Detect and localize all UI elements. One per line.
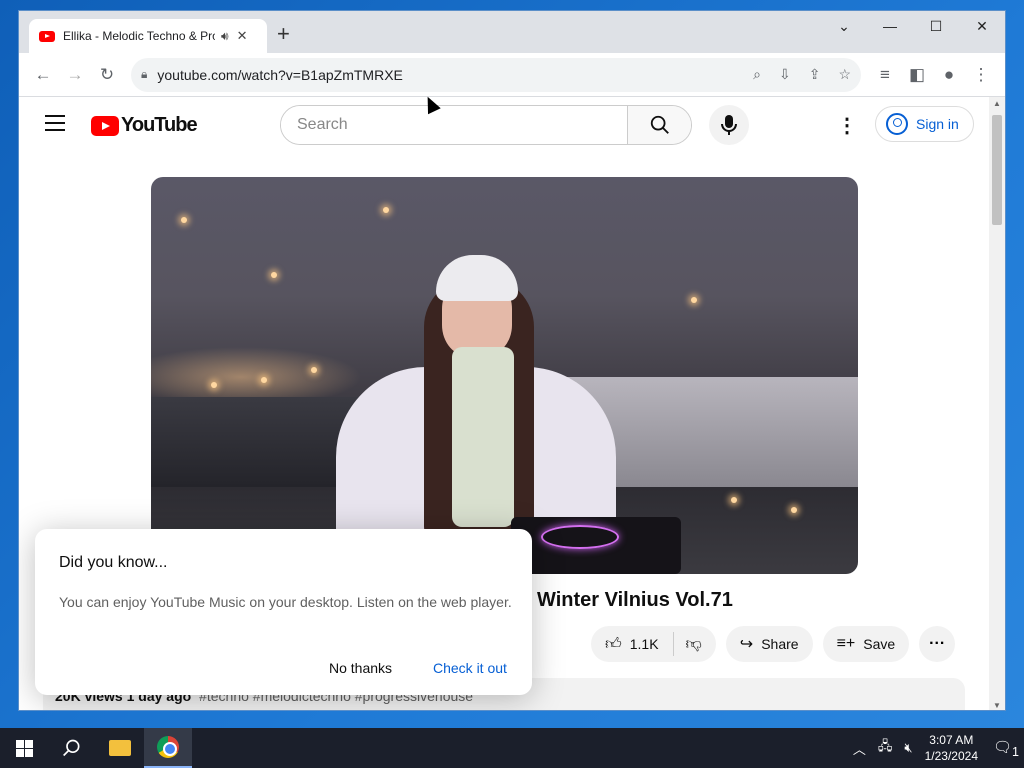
volume-muted-icon[interactable]: 🔇︎: [904, 740, 912, 756]
tab-title: Ellika - Melodic Techno & Progressive Ho…: [63, 29, 215, 43]
clock[interactable]: 3:07 AM 1/23/2024: [925, 732, 978, 764]
windows-logo-icon: [15, 739, 33, 757]
scrollbar-thumb[interactable]: [992, 115, 1002, 225]
side-panel-icon[interactable]: ◧: [901, 59, 933, 91]
save-button[interactable]: ≡+ Save: [822, 626, 910, 662]
city-light: [791, 507, 797, 513]
network-icon[interactable]: 🖧︎: [878, 737, 893, 759]
browser-menu-icon[interactable]: ⋮: [965, 59, 997, 91]
thumbs-up-icon[interactable]: 👍︎: [605, 635, 622, 654]
city-light: [181, 217, 187, 223]
tab-search-button[interactable]: ⌄: [821, 11, 867, 41]
scroll-up-icon[interactable]: ▲: [989, 99, 1005, 108]
like-dislike-group: 👍︎ 1.1K 👎︎: [591, 626, 716, 662]
chevron-up-icon[interactable]: ︿: [853, 739, 866, 758]
save-label: Save: [863, 636, 896, 652]
clock-time: 3:07 AM: [929, 733, 974, 747]
forward-button[interactable]: →: [59, 59, 91, 91]
window-controls: ⌄ — ☐ ✕: [821, 11, 1005, 41]
speaker-icon[interactable]: 🔊︎: [221, 29, 229, 44]
file-explorer-button[interactable]: [96, 728, 144, 768]
popup-body: You can enjoy YouTube Music on your desk…: [59, 594, 512, 610]
address-bar[interactable]: 🔒︎ youtube.com/watch?v=B1apZmTMRXE ⌕ ⇩ ⇪…: [131, 57, 861, 92]
notification-icon: 🗨︎: [993, 738, 1013, 756]
sign-in-label: Sign in: [916, 116, 959, 132]
new-tab-button[interactable]: +: [277, 21, 290, 47]
search-icon: [650, 115, 669, 134]
tab-close-icon[interactable]: ✕: [237, 28, 248, 44]
hamburger-menu-icon[interactable]: [45, 115, 65, 131]
share-page-icon[interactable]: ⇪: [809, 66, 821, 83]
microphone-icon: [721, 115, 737, 135]
city-light: [211, 382, 217, 388]
video-actions: 👍︎ 1.1K 👎︎ ↪ Share ≡+ Save ···: [591, 626, 956, 662]
ellipsis-icon: ···: [929, 635, 946, 652]
voice-search-button[interactable]: [709, 105, 749, 145]
system-tray: ︿ 🖧︎ 🔇︎ 3:07 AM 1/23/2024 🗨︎1: [847, 728, 1024, 768]
share-arrow-icon: ↪: [739, 636, 754, 653]
city-light: [271, 272, 277, 278]
clock-date: 1/23/2024: [924, 749, 978, 763]
share-label: Share: [761, 636, 799, 652]
chrome-taskbar-button[interactable]: [144, 728, 192, 768]
zoom-search-icon[interactable]: ⌕: [753, 66, 761, 83]
search-input[interactable]: [281, 106, 627, 144]
search-box: [280, 105, 692, 145]
youtube-favicon-icon: [39, 30, 55, 42]
taskbar: ︿ 🖧︎ 🔇︎ 3:07 AM 1/23/2024 🗨︎1: [0, 728, 1024, 768]
close-window-button[interactable]: ✕: [959, 11, 1005, 41]
media-controls-icon[interactable]: ≡: [869, 59, 901, 91]
city-light: [261, 377, 267, 383]
sign-in-button[interactable]: Sign in: [875, 106, 974, 142]
bookmark-star-icon[interactable]: ☆: [838, 66, 851, 83]
browser-tab-youtube[interactable]: Ellika - Melodic Techno & Progressive Ho…: [29, 19, 267, 53]
account-icon: [886, 113, 908, 135]
search-taskbar-button[interactable]: [48, 728, 96, 768]
maximize-button[interactable]: ☐: [913, 11, 959, 41]
thumbs-down-icon[interactable]: 👎︎: [686, 635, 716, 654]
folder-icon: [109, 740, 131, 756]
youtube-page: YouTube ⋮: [19, 97, 991, 710]
more-actions-button[interactable]: ···: [919, 626, 956, 662]
city-light: [311, 367, 317, 373]
lock-icon[interactable]: 🔒︎: [141, 67, 147, 82]
browser-window: Ellika - Melodic Techno & Progressive Ho…: [18, 10, 1006, 711]
did-you-know-popup: Did you know... You can enjoy YouTube Mu…: [35, 529, 532, 695]
back-button[interactable]: ←: [27, 59, 59, 91]
divider: [672, 632, 674, 656]
youtube-play-icon: [91, 115, 119, 136]
city-light: [731, 497, 737, 503]
popup-heading: Did you know...: [59, 554, 168, 571]
city-light: [691, 297, 697, 303]
video-player[interactable]: [151, 177, 858, 574]
like-count[interactable]: 1.1K: [630, 636, 659, 652]
more-options-icon[interactable]: ⋮: [837, 113, 857, 138]
no-thanks-button[interactable]: No thanks: [329, 660, 392, 676]
tab-strip: Ellika - Melodic Techno & Progressive Ho…: [19, 11, 1005, 53]
youtube-header: YouTube ⋮: [19, 97, 991, 153]
youtube-logo-text: YouTube: [121, 114, 198, 136]
city-light: [383, 207, 389, 213]
start-button[interactable]: [0, 728, 48, 768]
browser-toolbar: ← → ↻ 🔒︎ youtube.com/watch?v=B1apZmTMRXE…: [19, 53, 1005, 97]
search-button[interactable]: [627, 106, 691, 144]
notification-center-button[interactable]: 🗨︎1: [988, 738, 1024, 759]
page-scrollbar[interactable]: ▲ ▼: [989, 97, 1005, 710]
url-text[interactable]: youtube.com/watch?v=B1apZmTMRXE: [157, 67, 735, 83]
share-button[interactable]: ↪ Share: [725, 626, 813, 662]
check-it-out-button[interactable]: Check it out: [433, 660, 507, 676]
minimize-button[interactable]: —: [867, 11, 913, 41]
install-app-icon[interactable]: ⇩: [779, 66, 791, 83]
reload-button[interactable]: ↻: [91, 59, 123, 91]
dj-controller: [511, 517, 681, 574]
scroll-down-icon[interactable]: ▼: [989, 701, 1005, 710]
profile-icon[interactable]: ●: [933, 59, 965, 91]
chrome-icon: [157, 736, 179, 758]
playlist-add-icon: ≡+: [836, 635, 856, 652]
youtube-logo[interactable]: YouTube: [91, 114, 198, 137]
search-icon: [63, 739, 80, 757]
notification-count: 1: [1012, 744, 1019, 759]
